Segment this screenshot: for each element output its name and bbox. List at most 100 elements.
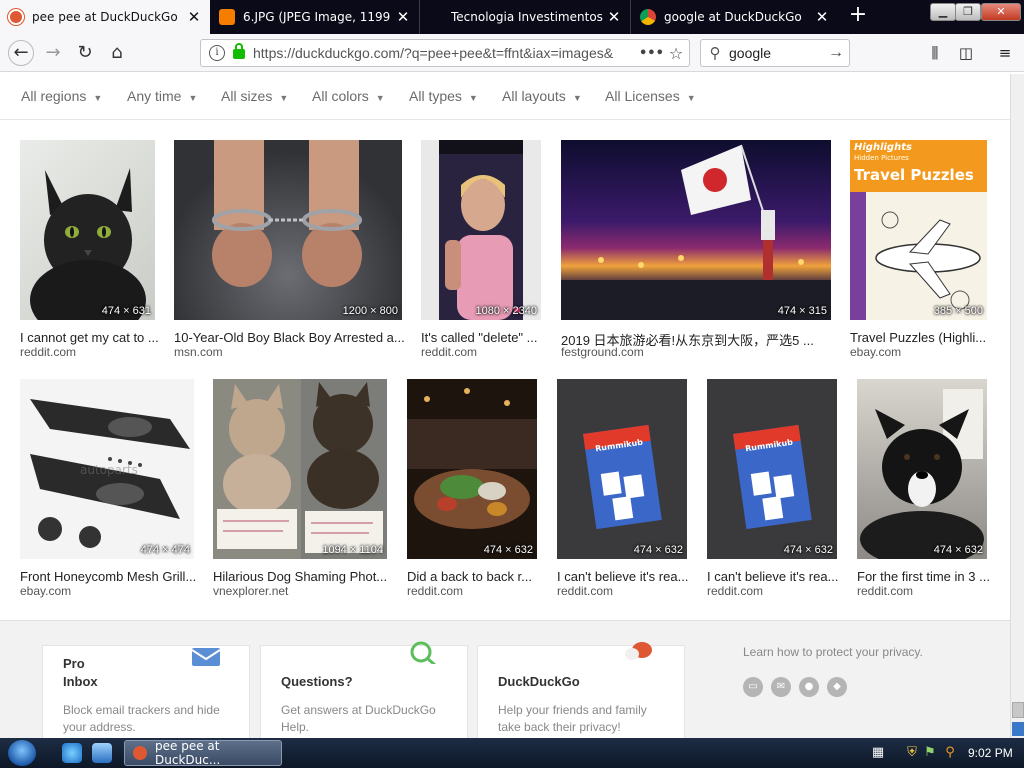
- result-source[interactable]: reddit.com: [707, 584, 763, 598]
- result-title[interactable]: I cannot get my cat to ...: [20, 330, 159, 345]
- card-description: Get answers at DuckDuckGo Help.: [281, 703, 436, 734]
- minimize-window-icon[interactable]: ▁: [930, 3, 956, 21]
- result-source[interactable]: vnexplorer.net: [213, 584, 288, 598]
- menu-hamburger-icon[interactable]: ≡: [994, 40, 1016, 66]
- result-source[interactable]: ebay.com: [20, 584, 71, 598]
- scrollbar-thumb[interactable]: [1012, 702, 1024, 718]
- image-result[interactable]: 474 × 632 For the first time in 3 ... re…: [857, 379, 990, 599]
- result-title[interactable]: I can't believe it's rea...: [707, 569, 838, 584]
- result-source[interactable]: festground.com: [561, 345, 644, 359]
- close-window-icon[interactable]: ✕: [981, 3, 1021, 21]
- tab-close-icon[interactable]: ✕: [606, 8, 622, 26]
- chevron-down-icon: ▼: [686, 93, 696, 103]
- tab-jpeg-image[interactable]: 6.JPG (JPEG Image, 1199 × 1600 ✕: [211, 0, 420, 34]
- filter-region[interactable]: All regions ▼: [21, 88, 102, 104]
- chrome-favicon-icon: [640, 9, 656, 25]
- forward-arrow-icon[interactable]: →: [40, 40, 66, 66]
- result-title[interactable]: 10-Year-Old Boy Black Boy Arrested a...: [174, 330, 405, 345]
- shield-tray-icon[interactable]: ⛨: [904, 745, 920, 761]
- result-title[interactable]: It's called "delete" ...: [421, 330, 538, 345]
- result-title[interactable]: I can't believe it's rea...: [557, 569, 688, 584]
- tab-google-duckduckgo[interactable]: google at DuckDuckGo ✕: [632, 0, 838, 34]
- result-source[interactable]: msn.com: [174, 345, 223, 359]
- url-bar[interactable]: i https://duckduckgo.com/?q=pee+pee&t=ff…: [200, 39, 690, 67]
- tab-close-icon[interactable]: ✕: [186, 8, 202, 26]
- filter-size[interactable]: All sizes ▼: [221, 88, 288, 104]
- sidebar-icon[interactable]: ◫: [955, 40, 977, 66]
- taskbar-clock[interactable]: 9:02 PM: [968, 746, 1013, 760]
- search-go-arrow-icon[interactable]: →: [823, 44, 849, 62]
- concert-flag-image: [561, 144, 831, 320]
- network-tray-icon[interactable]: ⚑: [922, 745, 938, 761]
- result-thumbnail[interactable]: Highlights Hidden Pictures Travel Puzzle…: [850, 140, 987, 320]
- result-source[interactable]: reddit.com: [407, 584, 463, 598]
- result-thumbnail[interactable]: Rummikub 474 × 632: [557, 379, 687, 559]
- result-thumbnail[interactable]: 474 × 632: [857, 379, 987, 559]
- url-text[interactable]: https://duckduckgo.com/?q=pee+pee&t=ffnt…: [253, 45, 639, 61]
- result-title[interactable]: Did a back to back r...: [407, 569, 532, 584]
- result-title[interactable]: Hilarious Dog Shaming Phot...: [213, 569, 387, 584]
- result-source[interactable]: reddit.com: [421, 345, 477, 359]
- result-title[interactable]: For the first time in 3 ...: [857, 569, 990, 584]
- handcuffs-image: [212, 140, 362, 287]
- page-info-icon[interactable]: i: [209, 45, 225, 61]
- result-thumbnail[interactable]: 1080 × 2340: [421, 140, 541, 320]
- search-tray-icon[interactable]: ⚲: [942, 745, 958, 761]
- search-bar[interactable]: ⚲ google →: [700, 39, 850, 67]
- privacy-link[interactable]: Learn how to protect your privacy.: [743, 645, 923, 659]
- reddit-social-icon[interactable]: ●: [799, 677, 819, 697]
- result-thumbnail[interactable]: 1094 × 1104: [213, 379, 387, 559]
- back-arrow-icon[interactable]: ←: [8, 40, 34, 66]
- reload-icon[interactable]: ↻: [72, 40, 98, 66]
- scroll-down-arrow-icon[interactable]: [1012, 722, 1024, 736]
- vertical-scrollbar[interactable]: [1010, 74, 1024, 738]
- image-result[interactable]: 474 × 631 I cannot get my cat to ... red…: [20, 140, 159, 360]
- image-result[interactable]: Highlights Hidden Pictures Travel Puzzle…: [850, 140, 987, 360]
- tab-close-icon[interactable]: ✕: [395, 8, 411, 26]
- internet-explorer-icon[interactable]: [62, 743, 82, 763]
- image-result[interactable]: autoparts 474 × 474 Front Honeycomb Mesh…: [20, 379, 196, 599]
- chat-social-icon[interactable]: ▭: [743, 677, 763, 697]
- bookmark-star-icon[interactable]: ☆: [663, 44, 689, 63]
- image-result[interactable]: 1080 × 2340 It's called "delete" ... red…: [421, 140, 541, 360]
- tab-duckduckgo-pee-pee[interactable]: pee pee at DuckDuckGo ✕: [0, 0, 210, 34]
- result-thumbnail[interactable]: autoparts 474 × 474: [20, 379, 194, 559]
- email-social-icon[interactable]: ✉: [771, 677, 791, 697]
- result-thumbnail[interactable]: 474 × 631: [20, 140, 155, 320]
- new-tab-plus-icon[interactable]: +: [846, 4, 870, 28]
- search-input[interactable]: google: [729, 45, 823, 61]
- result-title[interactable]: Front Honeycomb Mesh Grill...: [20, 569, 196, 584]
- image-dimensions: 474 × 631: [101, 305, 151, 317]
- image-result[interactable]: 1094 × 1104 Hilarious Dog Shaming Phot..…: [213, 379, 387, 599]
- image-result[interactable]: 474 × 315 2019 日本旅游必看!从东京到大阪，严选5 ... fes…: [561, 140, 831, 360]
- page-actions-icon[interactable]: •••: [639, 46, 664, 61]
- result-source[interactable]: reddit.com: [857, 584, 913, 598]
- result-source[interactable]: reddit.com: [557, 584, 613, 598]
- filter-color[interactable]: All colors ▼: [312, 88, 385, 104]
- library-icon[interactable]: ⫼: [924, 40, 946, 66]
- filter-type[interactable]: All types ▼: [409, 88, 478, 104]
- image-result[interactable]: 474 × 632 Did a back to back r... reddit…: [407, 379, 537, 599]
- result-thumbnail[interactable]: 474 × 632: [407, 379, 537, 559]
- result-source[interactable]: reddit.com: [20, 345, 76, 359]
- twitter-social-icon[interactable]: ◆: [827, 677, 847, 697]
- start-button-icon[interactable]: [8, 740, 36, 766]
- result-title[interactable]: Travel Puzzles (Highli...: [850, 330, 986, 345]
- result-source[interactable]: ebay.com: [850, 345, 901, 359]
- maximize-window-icon[interactable]: ❐: [955, 3, 981, 21]
- filter-time[interactable]: Any time ▼: [127, 88, 197, 104]
- result-thumbnail[interactable]: 1200 × 800: [174, 140, 402, 320]
- result-thumbnail[interactable]: Rummikub 474 × 632: [707, 379, 837, 559]
- result-thumbnail[interactable]: 474 × 315: [561, 140, 831, 320]
- image-result[interactable]: Rummikub 474 × 632 I can't believe it's …: [557, 379, 688, 599]
- desktop-icon[interactable]: [92, 743, 112, 763]
- taskbar-firefox-button[interactable]: pee pee at DuckDuc...: [124, 739, 282, 767]
- filter-layout[interactable]: All layouts ▼: [502, 88, 582, 104]
- keyboard-tray-icon[interactable]: ▦: [870, 745, 886, 761]
- tab-close-icon[interactable]: ✕: [814, 8, 830, 26]
- home-icon[interactable]: ⌂: [104, 40, 130, 66]
- image-result[interactable]: Rummikub 474 × 632 I can't believe it's …: [707, 379, 838, 599]
- image-result[interactable]: 1200 × 800 10-Year-Old Boy Black Boy Arr…: [174, 140, 405, 360]
- tab-tecnologia[interactable]: Tecnologia Investimentos na ✕: [421, 0, 631, 34]
- filter-license[interactable]: All Licenses ▼: [605, 88, 696, 104]
